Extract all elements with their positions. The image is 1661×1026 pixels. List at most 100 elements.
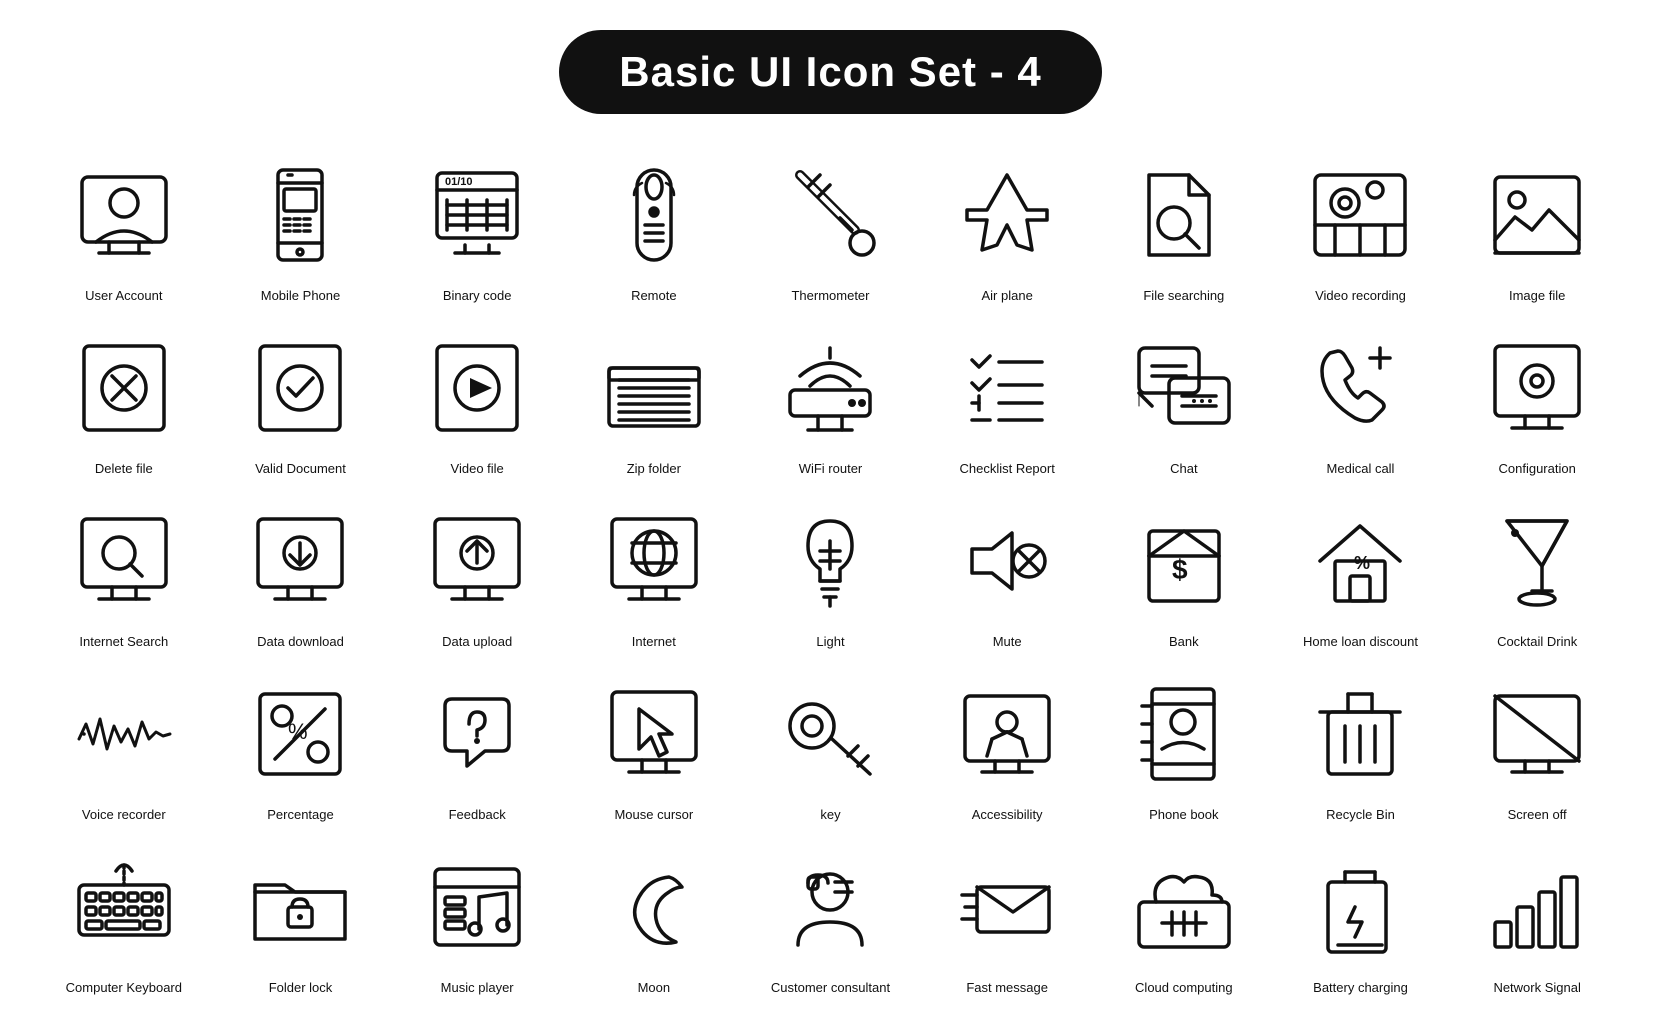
video-recording-label: Video recording: [1315, 288, 1406, 305]
cocktail-drink-icon: [1472, 496, 1602, 626]
checklist-report-label: Checklist Report: [959, 461, 1054, 478]
video-file-icon: [412, 323, 542, 453]
configuration-label: Configuration: [1499, 461, 1576, 478]
video-recording-icon: [1295, 150, 1425, 280]
configuration-icon: [1472, 323, 1602, 453]
data-upload-icon: [412, 496, 542, 626]
icon-item-moon: Moon: [571, 842, 738, 997]
icon-item-recycle-bin: Recycle Bin: [1277, 669, 1444, 824]
icon-item-wifi-router: WiFi router: [747, 323, 914, 478]
checklist-report-icon: [942, 323, 1072, 453]
wifi-router-label: WiFi router: [799, 461, 863, 478]
icon-item-checklist-report: Checklist Report: [924, 323, 1091, 478]
icon-item-file-searching: File searching: [1101, 150, 1268, 305]
icon-item-mouse-cursor: Mouse cursor: [571, 669, 738, 824]
music-player-icon: [412, 842, 542, 972]
valid-document-icon: [235, 323, 365, 453]
chat-label: Chat: [1170, 461, 1197, 478]
folder-lock-icon: [235, 842, 365, 972]
battery-charging-icon: [1295, 842, 1425, 972]
percentage-label: Percentage: [267, 807, 334, 824]
icon-item-video-recording: Video recording: [1277, 150, 1444, 305]
accessibility-icon: [942, 669, 1072, 799]
user-account-icon: [59, 150, 189, 280]
phone-book-icon: [1119, 669, 1249, 799]
image-file-icon: [1472, 150, 1602, 280]
icon-item-fast-message: Fast message: [924, 842, 1091, 997]
recycle-bin-label: Recycle Bin: [1326, 807, 1395, 824]
svg-text:%: %: [288, 719, 308, 744]
icon-item-feedback: Feedback: [394, 669, 561, 824]
icon-item-light: Light: [747, 496, 914, 651]
icon-item-accessibility: Accessibility: [924, 669, 1091, 824]
screen-off-label: Screen off: [1508, 807, 1567, 824]
icon-item-delete-file: Delete file: [41, 323, 208, 478]
mobile-phone-label: Mobile Phone: [261, 288, 341, 305]
fast-message-icon: [942, 842, 1072, 972]
icon-item-mute: Mute: [924, 496, 1091, 651]
icon-grid: User Account Mobile Phone: [41, 150, 1621, 996]
icon-item-cocktail-drink: Cocktail Drink: [1454, 496, 1621, 651]
svg-text:01/10: 01/10: [445, 176, 473, 188]
delete-file-label: Delete file: [95, 461, 153, 478]
icon-item-music-player: Music player: [394, 842, 561, 997]
thermometer-label: Thermometer: [791, 288, 869, 305]
file-searching-icon: [1119, 150, 1249, 280]
remote-label: Remote: [631, 288, 677, 305]
icon-item-computer-keyboard: Computer Keyboard: [41, 842, 208, 997]
icon-item-voice-recorder: Voice recorder: [41, 669, 208, 824]
internet-label: Internet: [632, 634, 676, 651]
mouse-cursor-icon: [589, 669, 719, 799]
folder-lock-label: Folder lock: [269, 980, 333, 997]
moon-label: Moon: [638, 980, 671, 997]
image-file-label: Image file: [1509, 288, 1565, 305]
customer-consultant-label: Customer consultant: [771, 980, 890, 997]
cloud-computing-icon: [1119, 842, 1249, 972]
binary-code-icon: 01/10: [412, 150, 542, 280]
internet-search-label: Internet Search: [79, 634, 168, 651]
icon-item-binary-code: 01/10 Binary code: [394, 150, 561, 305]
air-plane-label: Air plane: [982, 288, 1033, 305]
valid-document-label: Valid Document: [255, 461, 346, 478]
voice-recorder-icon: [59, 669, 189, 799]
icon-item-air-plane: Air plane: [924, 150, 1091, 305]
icon-item-key: key: [747, 669, 914, 824]
wifi-router-icon: [765, 323, 895, 453]
customer-consultant-icon: [765, 842, 895, 972]
internet-icon: [589, 496, 719, 626]
data-upload-label: Data upload: [442, 634, 512, 651]
icon-item-home-loan-discount: % Home loan discount: [1277, 496, 1444, 651]
chat-icon: [1119, 323, 1249, 453]
medical-call-label: Medical call: [1327, 461, 1395, 478]
remote-icon: [589, 150, 719, 280]
icon-item-data-download: Data download: [217, 496, 384, 651]
icon-item-video-file: Video file: [394, 323, 561, 478]
delete-file-icon: [59, 323, 189, 453]
file-searching-label: File searching: [1143, 288, 1224, 305]
page-title: Basic UI Icon Set - 4: [559, 30, 1101, 114]
icon-item-user-account: User Account: [41, 150, 208, 305]
svg-text:%: %: [1354, 553, 1370, 573]
accessibility-label: Accessibility: [972, 807, 1043, 824]
home-loan-discount-label: Home loan discount: [1303, 634, 1418, 651]
binary-code-label: Binary code: [443, 288, 512, 305]
icon-item-remote: Remote: [571, 150, 738, 305]
computer-keyboard-icon: [59, 842, 189, 972]
percentage-icon: %: [235, 669, 365, 799]
zip-folder-label: Zip folder: [627, 461, 681, 478]
network-signal-label: Network Signal: [1493, 980, 1580, 997]
recycle-bin-icon: [1295, 669, 1425, 799]
icon-item-mobile-phone: Mobile Phone: [217, 150, 384, 305]
icon-item-chat: Chat: [1101, 323, 1268, 478]
cocktail-drink-label: Cocktail Drink: [1497, 634, 1577, 651]
mute-icon: [942, 496, 1072, 626]
icon-item-screen-off: Screen off: [1454, 669, 1621, 824]
mobile-phone-icon: [235, 150, 365, 280]
mute-label: Mute: [993, 634, 1022, 651]
key-icon: [765, 669, 895, 799]
icon-item-bank: $ Bank: [1101, 496, 1268, 651]
user-account-label: User Account: [85, 288, 162, 305]
moon-icon: [589, 842, 719, 972]
icon-item-battery-charging: Battery charging: [1277, 842, 1444, 997]
icon-item-internet-search: Internet Search: [41, 496, 208, 651]
